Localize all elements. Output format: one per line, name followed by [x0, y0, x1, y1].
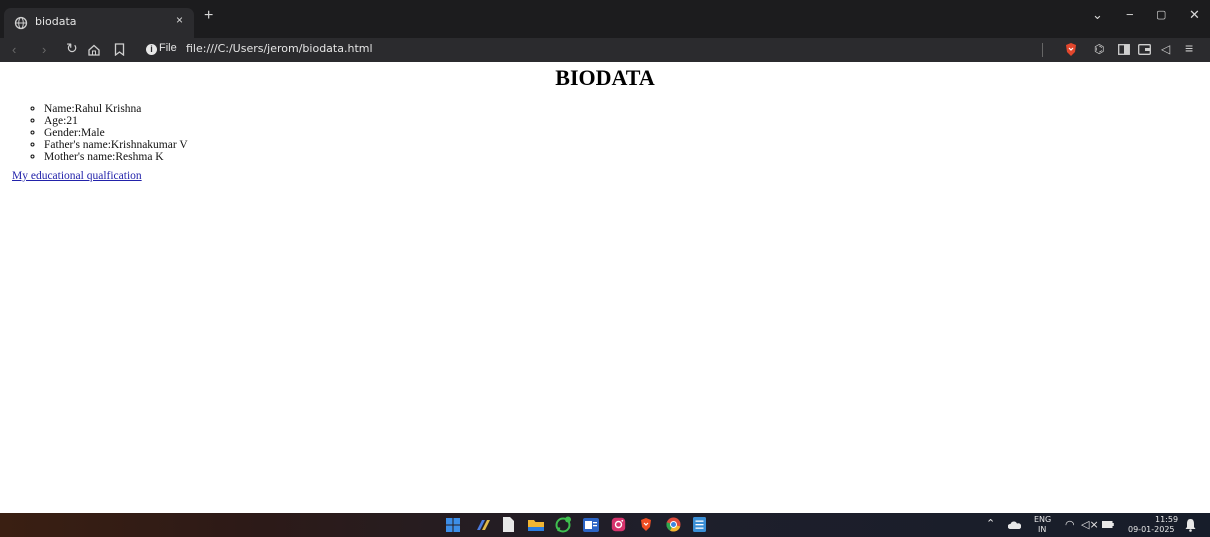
copilot-icon[interactable] — [475, 518, 491, 532]
security-label[interactable]: File — [159, 42, 177, 54]
tab-search-chevron-icon[interactable]: ⌄ — [1092, 7, 1103, 23]
tab-close-button[interactable]: × — [176, 13, 183, 27]
windows-start-icon[interactable] — [446, 518, 460, 532]
clock-time[interactable]: 11:59 — [1155, 515, 1178, 524]
onedrive-cloud-icon[interactable] — [1008, 521, 1021, 529]
chevron-up-icon[interactable]: ⌃ — [986, 517, 995, 530]
address-bar[interactable]: file:///C:/Users/jerom/biodata.html — [186, 42, 373, 55]
extensions-icon[interactable]: ⌬ — [1094, 42, 1104, 56]
list-item: Age:21 — [44, 115, 188, 127]
new-tab-button[interactable]: + — [204, 7, 213, 25]
chrome-icon[interactable] — [666, 517, 681, 532]
menu-icon[interactable]: ≡ — [1185, 40, 1193, 56]
taskbar: ⌃ ENG IN ◠ ◁× 11:59 09-01-2025 — [0, 513, 1210, 537]
list-item: Name:Rahul Krishna — [44, 103, 188, 115]
biodata-list: Name:Rahul Krishna Age:21 Gender:Male Fa… — [12, 103, 188, 163]
bookmark-icon[interactable] — [114, 43, 125, 56]
back-icon[interactable]: ‹ — [12, 42, 16, 57]
wallet-icon[interactable] — [1138, 44, 1151, 55]
reload-icon[interactable]: ↻ — [66, 40, 78, 57]
volume-muted-icon[interactable]: ◁× — [1081, 518, 1099, 531]
notes-icon[interactable] — [693, 517, 706, 532]
page-content: BIODATA Name:Rahul Krishna Age:21 Gender… — [0, 62, 1210, 513]
toolbar-separator — [1042, 43, 1043, 57]
site-info-icon[interactable]: i — [146, 44, 157, 55]
list-item: Father's name:Krishnakumar V — [44, 139, 188, 151]
notification-bell-icon[interactable] — [1184, 518, 1197, 532]
close-window-icon[interactable]: ✕ — [1189, 7, 1200, 23]
home-icon[interactable] — [88, 44, 100, 56]
browser-tab[interactable]: biodata × — [4, 8, 194, 38]
instagram-icon[interactable] — [611, 517, 626, 532]
educational-qualification-link[interactable]: My educational qualfication — [12, 170, 142, 182]
sidebar-icon[interactable] — [1118, 44, 1130, 55]
globe-icon — [14, 16, 28, 30]
clock-date[interactable]: 09-01-2025 — [1128, 525, 1175, 534]
notepad-icon[interactable] — [503, 517, 514, 532]
whatsapp-icon[interactable] — [555, 516, 572, 533]
language-indicator[interactable]: ENG — [1034, 515, 1051, 524]
list-item: Mother's name:Reshma K — [44, 151, 188, 163]
region-indicator[interactable]: IN — [1038, 525, 1046, 534]
forward-icon[interactable]: › — [42, 42, 46, 57]
browser-toolbar: ‹ › ↻ i File file:///C:/Users/jerom/biod… — [0, 38, 1210, 62]
page-title: BIODATA — [555, 65, 655, 90]
file-explorer-icon[interactable] — [528, 518, 544, 532]
word-icon[interactable] — [583, 518, 599, 532]
tab-title: biodata — [35, 15, 77, 28]
battery-icon[interactable] — [1102, 521, 1114, 528]
browser-tab-bar: biodata × + ⌄ − ▢ ✕ — [0, 0, 1210, 38]
list-item: Gender:Male — [44, 127, 188, 139]
leo-ai-icon[interactable]: ◁ — [1161, 42, 1170, 56]
brave-shields-icon[interactable] — [1064, 42, 1078, 57]
maximize-icon[interactable]: ▢ — [1156, 8, 1166, 21]
brave-icon[interactable] — [639, 517, 653, 532]
wifi-icon[interactable]: ◠ — [1065, 518, 1075, 531]
minimize-icon[interactable]: − — [1126, 7, 1134, 22]
